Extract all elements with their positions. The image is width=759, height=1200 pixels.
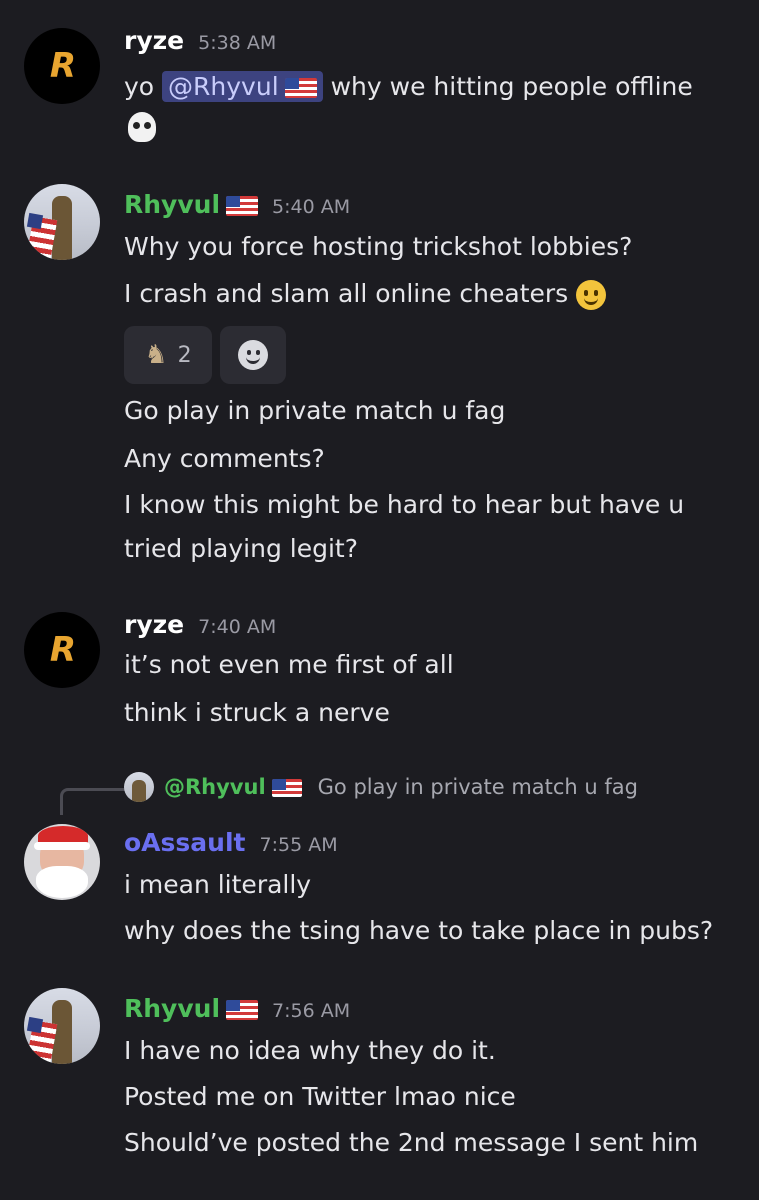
reply-connector — [60, 788, 125, 815]
reply-username: @Rhyvul — [164, 775, 302, 799]
timestamp: 7:40 AM — [198, 616, 277, 638]
us-flag-icon — [226, 1000, 259, 1020]
message-line: think i struck a nerve — [124, 698, 390, 727]
rhyvul-avatar[interactable] — [24, 184, 100, 260]
skull-icon — [128, 112, 156, 142]
slight-smile-icon — [576, 280, 607, 310]
message-line: I have no idea why they do it. — [124, 1036, 496, 1065]
message-line: I crash and slam all online cheaters — [124, 279, 607, 310]
reply-reference[interactable]: @Rhyvul Go play in private match u fag — [124, 772, 638, 802]
timestamp: 5:40 AM — [272, 196, 351, 218]
message-line — [128, 112, 156, 148]
reaction-count: 2 — [177, 342, 192, 368]
username[interactable]: ryze — [124, 26, 184, 55]
message-line: Should’ve posted the 2nd message I sent … — [124, 1128, 699, 1157]
username[interactable]: Rhyvul — [124, 994, 259, 1023]
message-line: yo @Rhyvul why we hitting people offline — [124, 71, 693, 102]
add-reaction-button[interactable] — [220, 326, 286, 384]
goat-icon: ♞ — [144, 340, 168, 370]
ryze-avatar[interactable]: R — [24, 28, 100, 104]
message-line: Go play in private match u fag — [124, 396, 506, 425]
timestamp: 7:55 AM — [259, 834, 338, 856]
mention[interactable]: @Rhyvul — [162, 71, 323, 102]
message-line: Posted me on Twitter lmao nice — [124, 1082, 516, 1111]
message-line: Any comments? — [124, 444, 325, 473]
username[interactable]: ryze — [124, 610, 184, 639]
reply-text: Go play in private match u fag — [317, 775, 638, 799]
oassault-avatar[interactable] — [24, 824, 100, 900]
timestamp: 7:56 AM — [272, 1000, 351, 1022]
username[interactable]: Rhyvul — [124, 190, 259, 219]
message-header: Rhyvul 5:40 AM — [124, 190, 350, 219]
timestamp: 5:38 AM — [198, 32, 277, 54]
rhyvul-mini-avatar — [124, 772, 154, 802]
message-line: why does the tsing have to take place in… — [124, 916, 714, 945]
message-line: tried playing legit? — [124, 534, 358, 563]
message-header: ryze 5:38 AM — [124, 26, 276, 55]
message-header: ryze 7:40 AM — [124, 610, 276, 639]
us-flag-icon — [271, 779, 302, 797]
rhyvul-avatar[interactable] — [24, 988, 100, 1064]
message-header: oAssault 7:55 AM — [124, 828, 338, 857]
message-line: i mean literally — [124, 870, 312, 899]
message-header: Rhyvul 7:56 AM — [124, 994, 350, 1023]
username[interactable]: oAssault — [124, 828, 245, 857]
reaction-goat[interactable]: ♞ 2 — [124, 326, 212, 384]
add-reaction-icon — [238, 340, 268, 370]
message-line: it’s not even me first of all — [124, 650, 454, 679]
message-line: Why you force hosting trickshot lobbies? — [124, 232, 633, 261]
us-flag-icon — [226, 196, 259, 216]
message-line: I know this might be hard to hear but ha… — [124, 490, 685, 519]
ryze-avatar[interactable]: R — [24, 612, 100, 688]
us-flag-icon — [284, 78, 317, 98]
